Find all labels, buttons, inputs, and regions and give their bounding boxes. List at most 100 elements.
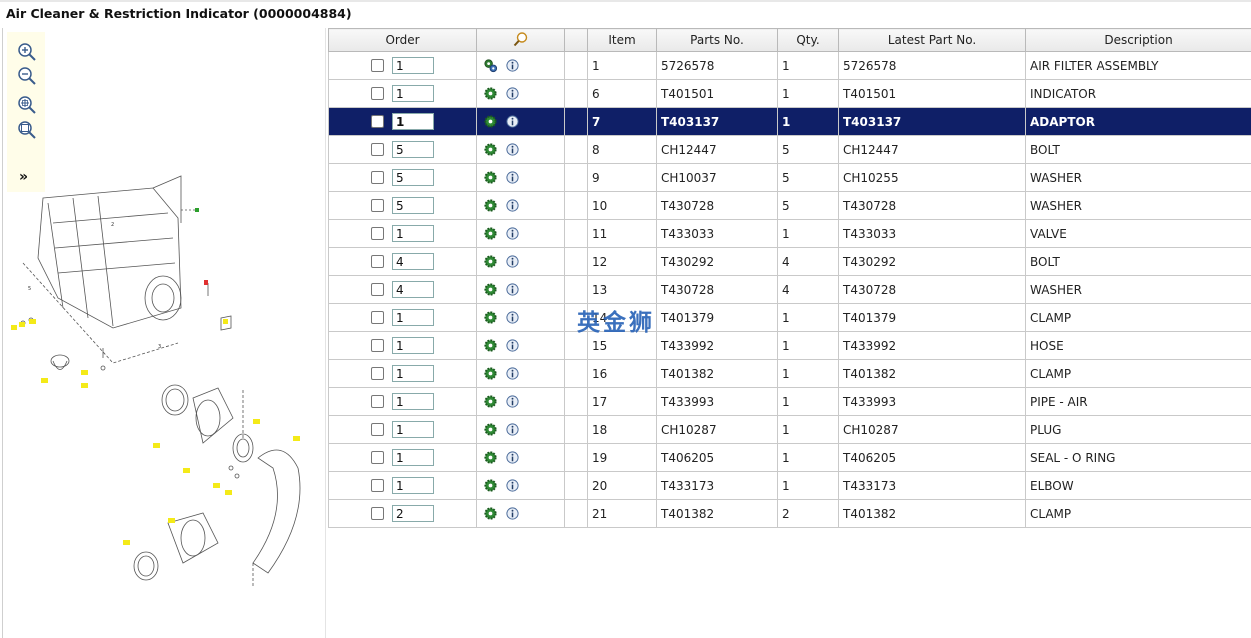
info-icon[interactable] <box>505 450 520 465</box>
row-checkbox[interactable] <box>371 423 384 436</box>
gear-icon[interactable] <box>483 226 498 241</box>
row-checkbox[interactable] <box>371 395 384 408</box>
table-row[interactable]: 1 20 T433173 1 T433173 ELBOW <box>328 471 1251 500</box>
table-row[interactable]: 1 11 T433033 1 T433033 VALVE <box>328 219 1251 248</box>
row-checkbox[interactable] <box>371 507 384 520</box>
gear-icon[interactable] <box>483 86 498 101</box>
info-icon[interactable] <box>505 86 520 101</box>
order-qty-input[interactable]: 1 <box>392 449 434 466</box>
gear-icon[interactable] <box>483 506 498 521</box>
info-icon[interactable] <box>505 422 520 437</box>
info-icon[interactable] <box>505 254 520 269</box>
header-latest-part-no[interactable]: Latest Part No. <box>838 28 1026 52</box>
order-qty-input[interactable]: 1 <box>392 337 434 354</box>
info-icon[interactable] <box>505 478 520 493</box>
info-icon[interactable] <box>505 282 520 297</box>
order-qty-input[interactable]: 1 <box>392 365 434 382</box>
gear-icon[interactable] <box>483 338 498 353</box>
order-qty-input[interactable]: 4 <box>392 281 434 298</box>
row-checkbox[interactable] <box>371 255 384 268</box>
header-item[interactable]: Item <box>587 28 657 52</box>
order-qty-input[interactable]: 5 <box>392 169 434 186</box>
search-icon[interactable] <box>513 31 529 47</box>
row-checkbox[interactable] <box>371 171 384 184</box>
table-row[interactable]: 1 1 5726578 1 5726578 AIR FILTER ASSEMBLY <box>328 51 1251 80</box>
table-row[interactable]: 1 6 T401501 1 T401501 INDICATOR <box>328 79 1251 108</box>
row-checkbox[interactable] <box>371 227 384 240</box>
gear-icon[interactable] <box>483 422 498 437</box>
header-description[interactable]: Description <box>1025 28 1251 52</box>
table-row[interactable]: 1 17 T433993 1 T433993 PIPE - AIR <box>328 387 1251 416</box>
info-icon[interactable] <box>505 394 520 409</box>
row-checkbox[interactable] <box>371 199 384 212</box>
table-row[interactable]: 5 10 T430728 5 T430728 WASHER <box>328 191 1251 220</box>
order-qty-input[interactable]: 5 <box>392 141 434 158</box>
gear-icon[interactable] <box>483 254 498 269</box>
table-row[interactable]: 2 21 T401382 2 T401382 CLAMP <box>328 499 1251 528</box>
info-icon[interactable] <box>505 226 520 241</box>
info-icon[interactable] <box>505 170 520 185</box>
row-checkbox[interactable] <box>371 143 384 156</box>
info-icon[interactable] <box>505 310 520 325</box>
row-checkbox[interactable] <box>371 59 384 72</box>
gear-icon[interactable] <box>483 282 498 297</box>
zoom-out-icon[interactable] <box>17 66 37 86</box>
gear-icon[interactable] <box>483 310 498 325</box>
order-qty-input[interactable]: 1 <box>392 113 434 130</box>
order-qty-input[interactable]: 5 <box>392 197 434 214</box>
order-qty-input[interactable]: 1 <box>392 225 434 242</box>
order-qty-input[interactable]: 1 <box>392 421 434 438</box>
table-row[interactable]: 5 9 CH10037 5 CH10255 WASHER <box>328 163 1251 192</box>
order-qty-input[interactable]: 1 <box>392 85 434 102</box>
zoom-in-icon[interactable] <box>17 42 37 62</box>
gear-icon[interactable] <box>483 394 498 409</box>
row-checkbox[interactable] <box>371 451 384 464</box>
zoom-fit-icon[interactable] <box>17 95 37 115</box>
row-checkbox[interactable] <box>371 283 384 296</box>
table-row[interactable]: 1 15 T433992 1 T433992 HOSE <box>328 331 1251 360</box>
info-icon[interactable] <box>505 338 520 353</box>
gear-icon[interactable] <box>483 478 498 493</box>
table-row[interactable]: 1 19 T406205 1 T406205 SEAL - O RING <box>328 443 1251 472</box>
gear-icon[interactable] <box>483 366 498 381</box>
info-icon[interactable] <box>505 58 520 73</box>
table-row[interactable]: 1 18 CH10287 1 CH10287 PLUG <box>328 415 1251 444</box>
table-row[interactable]: 4 12 T430292 4 T430292 BOLT <box>328 247 1251 276</box>
order-qty-input[interactable]: 1 <box>392 309 434 326</box>
header-search[interactable] <box>476 28 565 52</box>
order-qty-input[interactable]: 1 <box>392 57 434 74</box>
row-checkbox[interactable] <box>371 115 384 128</box>
header-parts-no[interactable]: Parts No. <box>656 28 778 52</box>
header-order[interactable]: Order <box>328 28 477 52</box>
gear-icon[interactable] <box>483 198 498 213</box>
qty-cell: 1 <box>777 331 839 360</box>
table-row[interactable]: 1 14 T401379 1 T401379 CLAMP <box>328 303 1251 332</box>
gears-icon[interactable] <box>483 58 498 73</box>
zoom-reset-icon[interactable] <box>17 120 37 140</box>
gear-icon[interactable] <box>483 170 498 185</box>
info-icon[interactable] <box>505 198 520 213</box>
row-checkbox[interactable] <box>371 311 384 324</box>
table-row[interactable]: 1 7 T403137 1 T403137 ADAPTOR <box>328 107 1251 136</box>
order-qty-input[interactable]: 1 <box>392 393 434 410</box>
exploded-parts-diagram[interactable]: 2 5 3 <box>3 168 325 588</box>
order-qty-input[interactable]: 2 <box>392 505 434 522</box>
info-icon[interactable] <box>505 506 520 521</box>
header-qty[interactable]: Qty. <box>777 28 839 52</box>
row-checkbox[interactable] <box>371 367 384 380</box>
row-checkbox[interactable] <box>371 87 384 100</box>
order-qty-input[interactable]: 1 <box>392 477 434 494</box>
gear-icon[interactable] <box>483 114 498 129</box>
row-checkbox[interactable] <box>371 339 384 352</box>
order-cell: 1 <box>328 443 477 472</box>
info-icon[interactable] <box>505 366 520 381</box>
order-qty-input[interactable]: 4 <box>392 253 434 270</box>
table-row[interactable]: 1 16 T401382 1 T401382 CLAMP <box>328 359 1251 388</box>
row-checkbox[interactable] <box>371 479 384 492</box>
info-icon[interactable] <box>505 142 520 157</box>
gear-icon[interactable] <box>483 142 498 157</box>
info-icon[interactable] <box>505 114 520 129</box>
table-row[interactable]: 4 13 T430728 4 T430728 WASHER <box>328 275 1251 304</box>
gear-icon[interactable] <box>483 450 498 465</box>
table-row[interactable]: 5 8 CH12447 5 CH12447 BOLT <box>328 135 1251 164</box>
